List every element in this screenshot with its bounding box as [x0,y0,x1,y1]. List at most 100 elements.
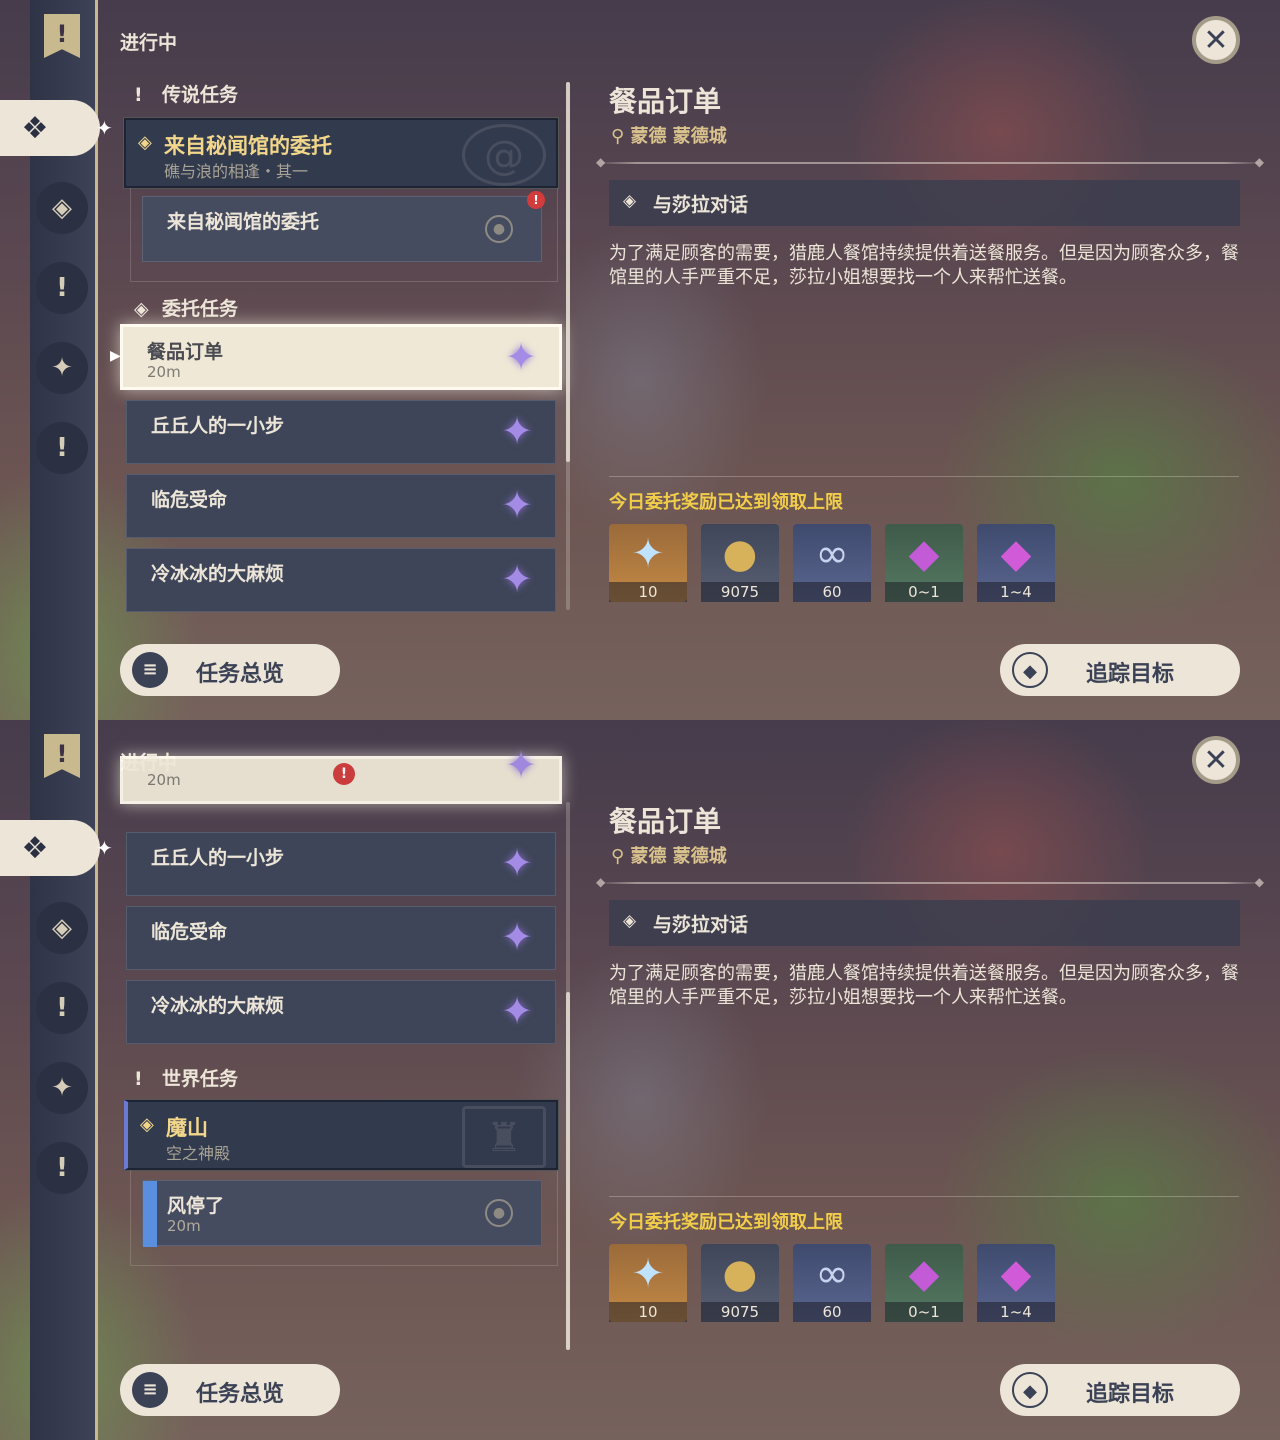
track-target-button[interactable]: ◆ 追踪目标 [1000,644,1240,696]
reward-crystal[interactable]: ◆ 0~1 [885,524,963,602]
detail-title: 餐品订单 [609,805,722,838]
scrollbar-thumb[interactable] [566,992,570,1350]
category-legend: ! 传说任务 [134,80,238,107]
quest-step-title: 风停了 [167,1195,225,1217]
quest-subtitle: 礁与浪的相逢・其一 [164,162,309,181]
location-pin-icon: ⚲ [611,126,631,147]
reward-limit-notice: 今日委托奖励已达到领取上限 [609,492,843,513]
reward-primogem[interactable]: ✦ 10 [609,524,687,602]
quest-banner-icon: ! [44,14,80,58]
mora-icon: ● [722,1251,758,1297]
story-quest-icon[interactable]: ! [36,982,88,1034]
detail-location: ⚲ 蒙德 蒙德城 [611,842,727,868]
exclamation-icon: ! [134,84,143,106]
detail-title: 餐品订单 [609,85,722,118]
reward-crystal-cluster[interactable]: ◆ 1~4 [977,1244,1055,1322]
exclamation-icon: ! [134,1068,143,1090]
adventure-exp-icon: ∞ [815,531,849,577]
commission-title: 餐品订单 [147,341,224,363]
reward-count: 0~1 [885,1302,963,1322]
commission-star-icon: ✦ [501,989,533,1033]
world-quest-icon[interactable]: ! [36,1142,88,1194]
track-target-button[interactable]: ◆ 追踪目标 [1000,1364,1240,1416]
objective-bar: ◈ 与莎拉对话 [609,180,1240,226]
scrollbar-thumb[interactable] [566,82,570,462]
reward-count: 10 [609,582,687,602]
commission-star-icon: ✦ [501,915,533,959]
quest-step[interactable]: 风停了 20m ● [142,1180,542,1247]
story-quest-icon[interactable]: ! [36,262,88,314]
all-quests-icon: ❖ [21,110,49,146]
commission-row-selected[interactable]: 餐品订单 20m ✦ [120,324,562,390]
commission-row[interactable]: 临危受命 ✦ [126,474,556,538]
adventure-exp-icon: ∞ [815,1251,849,1297]
map-pin-icon[interactable]: ● [485,1199,513,1227]
objective-diamond-icon: ◈ [623,191,637,211]
map-pin-icon[interactable]: ● [485,215,513,243]
close-button[interactable]: ✕ [1192,16,1240,64]
reward-primogem[interactable]: ✦ 10 [609,1244,687,1322]
commission-quest-icon[interactable]: ✦ [36,342,88,394]
scrollbar[interactable] [566,802,570,1350]
commission-star-icon: ✦ [501,557,533,601]
reward-mora[interactable]: ● 9075 [701,524,779,602]
quest-step-time: 20m [167,1217,201,1235]
commission-row[interactable]: 冷冰冰的大麻烦 ✦ [126,548,556,612]
commission-row-selected-partial[interactable]: 20m ! ✦ [120,745,562,804]
all-quests-tab-selected[interactable]: ❖ [0,820,100,876]
commission-time: 20m [147,771,181,789]
reward-count: 1~4 [977,1302,1055,1322]
archon-quest-icon[interactable]: ◈ [36,902,88,954]
reward-mora[interactable]: ● 9075 [701,1244,779,1322]
quest-description: 为了满足顾客的需要，猎鹿人餐馆持续提供着送餐服务。但是因为顾客众多，餐馆里的人手… [609,243,1239,288]
commission-quest-icon[interactable]: ✦ [36,1062,88,1114]
reward-crystal[interactable]: ◆ 0~1 [885,1244,963,1322]
tracked-indicator [143,1181,157,1247]
world-quest-icon[interactable]: ! [36,422,88,474]
close-button[interactable]: ✕ [1192,736,1240,784]
all-quests-tab-selected[interactable]: ❖ [0,100,100,156]
location-text: 蒙德 蒙德城 [630,126,727,147]
reward-count: 60 [793,582,871,602]
reward-adventure-exp[interactable]: ∞ 60 [793,524,871,602]
scrollbar[interactable] [566,82,570,610]
all-quests-icon: ❖ [21,830,49,866]
quest-step[interactable]: 来自秘闻馆的委托 ● ! [142,191,545,262]
objective-text: 与莎拉对话 [653,194,749,216]
commission-title: 丘丘人的一小步 [151,847,285,869]
detail-location: ⚲ 蒙德 蒙德城 [611,122,727,148]
world-quest-header[interactable]: ◈ 魔山 空之神殿 ♜ [124,1100,558,1170]
overview-label: 任务总览 [196,1382,285,1407]
quest-step-title: 来自秘闻馆的委托 [167,211,320,233]
commission-row[interactable]: 丘丘人的一小步 ✦ [126,832,556,896]
reward-count: 10 [609,1302,687,1322]
reward-adventure-exp[interactable]: ∞ 60 [793,1244,871,1322]
reward-limit-notice: 今日委托奖励已达到领取上限 [609,1212,843,1233]
quest-book-icon: ≡ [132,1372,168,1408]
commission-title: 冷冰冰的大麻烦 [151,563,285,585]
legend-emblem-icon: @ [462,124,546,186]
reward-count: 9075 [701,582,779,602]
commission-title: 临危受命 [151,921,228,943]
track-label: 追踪目标 [1086,1382,1175,1407]
category-commission: ◈ 委托任务 [134,294,238,321]
commission-star-icon: ✦ [505,335,537,379]
quest-overview-button[interactable]: ≡ 任务总览 [120,644,340,696]
archon-quest-icon[interactable]: ◈ [36,182,88,234]
diamond-icon: ◈ [138,132,152,153]
category-label: 世界任务 [162,1068,239,1090]
quest-overview-button[interactable]: ≡ 任务总览 [120,1364,340,1416]
commission-row[interactable]: 丘丘人的一小步 ✦ [126,400,556,464]
commission-star-icon: ✦ [501,409,533,453]
commission-row[interactable]: 临危受命 ✦ [126,906,556,970]
reward-count: 60 [793,1302,871,1322]
crystal-cluster-icon: ◆ [1000,531,1032,577]
commission-row[interactable]: 冷冰冰的大麻烦 ✦ [126,980,556,1044]
sparkle-icon: ✦ [96,116,113,140]
diamond-icon: ◈ [140,1114,154,1135]
crystal-icon: ◆ [908,531,940,577]
location-text: 蒙德 蒙德城 [630,846,727,867]
legend-quest-header[interactable]: ◈ 来自秘闻馆的委托 礁与浪的相逢・其一 @ [124,118,558,188]
reward-crystal-cluster[interactable]: ◆ 1~4 [977,524,1055,602]
primogem-icon: ✦ [631,1251,665,1297]
